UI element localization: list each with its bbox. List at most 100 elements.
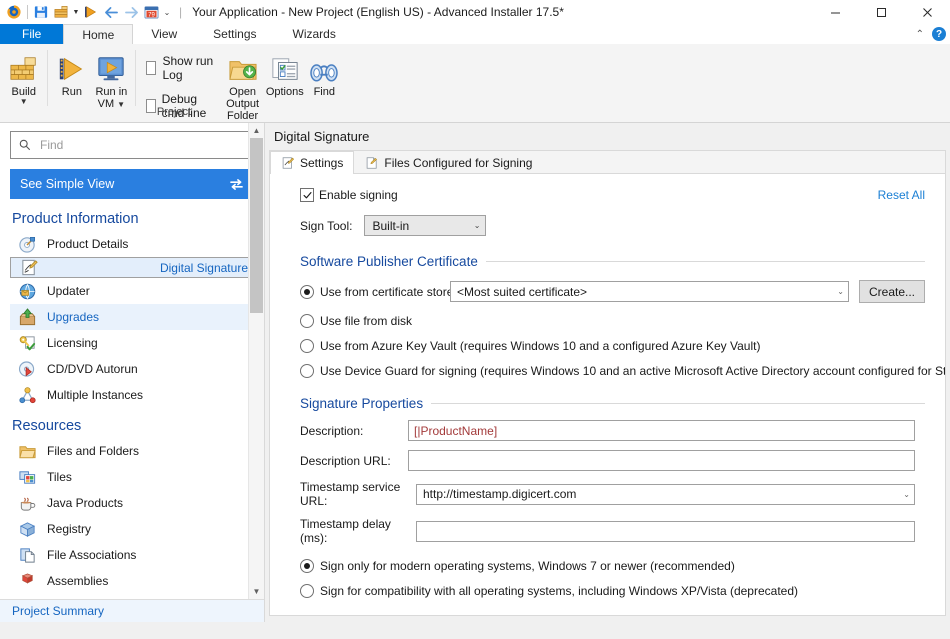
files-and-folders-icon [16, 441, 38, 461]
close-button[interactable] [904, 0, 950, 24]
radio-sign-modern-os-label: Sign only for modern operating systems, … [320, 559, 735, 573]
sign-tool-value: Built-in [372, 218, 410, 233]
sign-tool-select[interactable]: Built-in ⌄ [364, 215, 487, 236]
minimize-button[interactable] [812, 0, 858, 24]
find-button-label: Find [313, 86, 335, 98]
see-simple-view-button[interactable]: See Simple View [10, 169, 254, 199]
sidebar-item-registry[interactable]: Registry [10, 516, 254, 542]
multiple-instances-icon [16, 385, 38, 405]
signature-properties-group: Signature Properties Description: [|Prod… [300, 396, 925, 598]
sidebar-item-tiles[interactable]: Tiles [10, 464, 254, 490]
sidebar-item-digital-signature[interactable]: Digital Signature [10, 257, 254, 278]
scroll-down-arrow-icon[interactable]: ▼ [249, 584, 264, 599]
forward-arrow-icon[interactable] [121, 2, 141, 22]
radio-sign-compatibility-label: Sign for compatibility with all operatin… [320, 584, 798, 598]
description-label: Description: [300, 423, 364, 438]
timestamp-service-url-combo[interactable]: http://timestamp.digicert.com ⌄ [416, 483, 915, 505]
search-icon [19, 139, 31, 151]
run-button[interactable]: Run [52, 46, 91, 98]
enable-signing-checkbox[interactable]: Enable signing [300, 188, 925, 202]
project-summary-link[interactable]: Project Summary [0, 599, 264, 622]
ribbon-panel: Build ▼ Run Run in VM ▼ Show run Log Deb… [0, 44, 950, 123]
build-icon[interactable] [51, 2, 71, 22]
radio-use-device-guard[interactable]: Use Device Guard for signing (requires W… [300, 364, 945, 378]
sidebar-content: See Simple View Product Information Prod… [0, 123, 264, 594]
collapse-ribbon-icon[interactable]: ⌃ [916, 29, 924, 40]
registry-icon [16, 519, 38, 539]
trial-days-icon[interactable]: 79 [141, 2, 161, 22]
show-run-log-checkbox[interactable]: Show run Log [145, 54, 216, 82]
signature-properties-title: Signature Properties [300, 396, 424, 411]
run-icon[interactable] [81, 2, 101, 22]
radio-sign-modern-os[interactable]: Sign only for modern operating systems, … [300, 559, 925, 573]
sidebar-scrollbar[interactable]: ▲ ▼ [248, 123, 264, 599]
build-dropdown-caret[interactable]: ▼ [71, 2, 81, 22]
certificate-store-value: <Most suited certificate> [457, 284, 588, 299]
find-button[interactable]: Find [305, 46, 344, 98]
enable-signing-label: Enable signing [319, 188, 398, 202]
run-in-vm-button[interactable]: Run in VM ▼ [92, 46, 131, 110]
ribbon-tab-wizards[interactable]: Wizards [275, 24, 354, 44]
ribbon-tab-file[interactable]: File [0, 24, 64, 44]
sign-tool-label: Sign Tool: [300, 218, 353, 233]
ribbon-tab-home[interactable]: Home [63, 24, 134, 44]
assemblies-icon [16, 571, 38, 591]
radio-file-from-disk-label: Use file from disk [320, 314, 413, 328]
radio-use-azure-key-vault[interactable]: Use from Azure Key Vault (requires Windo… [300, 339, 925, 353]
sidebar-item-updater[interactable]: Updater [10, 278, 254, 304]
search-input[interactable] [38, 137, 245, 153]
certificate-store-combo[interactable]: <Most suited certificate> ⌄ [450, 281, 849, 302]
ribbon-group-project: Build ▼ Run Run in VM ▼ Show run Log Deb… [0, 44, 348, 122]
sidebar-item-cd-dvd-autorun[interactable]: CD/DVD Autorun [10, 356, 254, 382]
sidebar-item-label: File Associations [47, 548, 137, 562]
updater-icon [16, 281, 38, 301]
ribbon-tab-view[interactable]: View [133, 24, 195, 44]
description-url-input[interactable] [408, 450, 915, 471]
tab-files-configured-for-signing[interactable]: Files Configured for Signing [354, 151, 543, 173]
save-icon[interactable] [31, 2, 51, 22]
scrollbar-thumb[interactable] [250, 138, 263, 313]
create-certificate-button[interactable]: Create... [859, 280, 925, 303]
java-products-icon [16, 493, 38, 513]
caret-glyph: ▼ [72, 8, 80, 16]
customize-qat-caret[interactable]: ⌄ [161, 2, 173, 22]
scroll-up-arrow-icon[interactable]: ▲ [249, 123, 264, 138]
file-associations-icon [16, 545, 38, 565]
run-in-vm-label-line1: Run in [95, 86, 128, 98]
cd-dvd-autorun-icon [16, 359, 38, 379]
build-button[interactable]: Build ▼ [4, 46, 43, 106]
sidebar-item-product-details[interactable]: Product Details [10, 231, 254, 257]
certificate-store-row: Use from certificate store: <Most suited… [300, 280, 925, 303]
show-run-log-label: Show run Log [162, 54, 214, 82]
options-button[interactable]: Options [265, 46, 304, 98]
radio-use-file-from-disk[interactable]: Use file from disk [300, 314, 925, 328]
description-input[interactable]: [|ProductName] [408, 420, 915, 441]
description-url-field-row: Description URL: [300, 450, 925, 471]
radio-use-certificate-store[interactable]: Use from certificate store: [300, 284, 457, 299]
radio-sign-compatibility[interactable]: Sign for compatibility with all operatin… [300, 584, 925, 598]
sidebar-item-upgrades[interactable]: Upgrades [10, 304, 254, 330]
sidebar-item-java-products[interactable]: Java Products [10, 490, 254, 516]
sidebar-item-multiple-instances[interactable]: Multiple Instances [10, 382, 254, 408]
product-details-icon [16, 234, 38, 254]
build-button-caret[interactable]: ▼ [20, 98, 28, 106]
radio-device-guard-dot [300, 364, 314, 378]
open-output-folder-icon [228, 50, 258, 84]
tab-settings[interactable]: Settings [270, 151, 355, 174]
ribbon-tab-settings[interactable]: Settings [195, 24, 274, 44]
sidebar-item-files-and-folders[interactable]: Files and Folders [10, 438, 254, 464]
sidebar-search-box[interactable] [10, 131, 254, 159]
sidebar-item-assemblies[interactable]: Assemblies [10, 568, 254, 594]
sidebar-item-licensing[interactable]: Licensing [10, 330, 254, 356]
radio-sign-modern-os-dot [300, 559, 314, 573]
window-controls [812, 0, 950, 24]
reset-all-link[interactable]: Reset All [878, 188, 925, 202]
maximize-button[interactable] [858, 0, 904, 24]
publisher-certificate-header: Software Publisher Certificate [300, 254, 925, 269]
svg-text:79: 79 [148, 12, 155, 18]
timestamp-delay-input[interactable] [416, 520, 915, 542]
help-icon[interactable]: ? [932, 27, 946, 41]
back-arrow-icon[interactable] [101, 2, 121, 22]
sidebar-item-file-associations[interactable]: File Associations [10, 542, 254, 568]
software-publisher-certificate-group: Software Publisher Certificate Use from … [300, 254, 945, 378]
